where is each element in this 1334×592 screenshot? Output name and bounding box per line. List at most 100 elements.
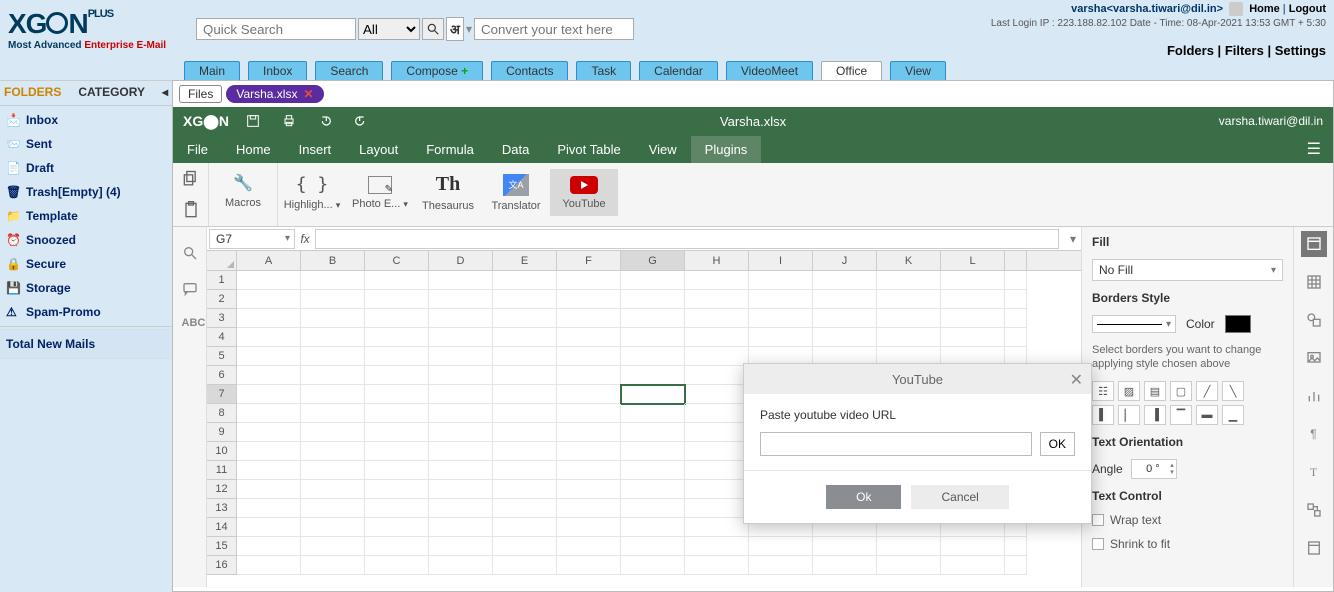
border-style-select[interactable]: ▾ [1092,315,1176,333]
menu-home[interactable]: Home [222,136,285,163]
cell-H8[interactable] [685,404,749,423]
cell-I16[interactable] [749,556,813,575]
cell-C1[interactable] [365,271,429,290]
cell-C14[interactable] [365,518,429,537]
files-button[interactable]: Files [179,85,222,103]
cell-A16[interactable] [237,556,301,575]
cell-K15[interactable] [877,537,941,556]
cell-A15[interactable] [237,537,301,556]
row-header-10[interactable]: 10 [207,442,237,461]
paste-icon[interactable] [181,200,201,220]
cell-J15[interactable] [813,537,877,556]
cell-C16[interactable] [365,556,429,575]
cell-F2[interactable] [557,290,621,309]
cell-J2[interactable] [813,290,877,309]
cell-D11[interactable] [429,461,493,480]
category-heading[interactable]: CATEGORY [78,85,145,99]
wrap-text-checkbox[interactable]: Wrap text [1092,513,1283,527]
cell-K3[interactable] [877,309,941,328]
cell-H4[interactable] [685,328,749,347]
cell-H11[interactable] [685,461,749,480]
cell-C2[interactable] [365,290,429,309]
angle-input[interactable]: 0 ° [1131,459,1177,479]
sidebar-item-storage[interactable]: 💾Storage [0,276,172,300]
cell-G6[interactable] [621,366,685,385]
cell-A2[interactable] [237,290,301,309]
cell-D9[interactable] [429,423,493,442]
border-vcenter[interactable]: ▏ [1118,405,1140,425]
row-header-4[interactable]: 4 [207,328,237,347]
cell-H9[interactable] [685,423,749,442]
modal-cancel-button[interactable]: Cancel [911,485,1008,509]
apptab-calendar[interactable]: Calendar [639,61,718,80]
cell-E6[interactable] [493,366,557,385]
cell-L3[interactable] [941,309,1005,328]
cell-L2[interactable] [941,290,1005,309]
cell-B10[interactable] [301,442,365,461]
total-new-mails[interactable]: Total New Mails [0,329,172,359]
col-header-F[interactable]: F [557,251,621,270]
logout-link[interactable]: Logout [1289,3,1326,15]
cell-E14[interactable] [493,518,557,537]
fx-icon[interactable]: fx [295,232,315,246]
cell-D14[interactable] [429,518,493,537]
cell-E10[interactable] [493,442,557,461]
rside-slicer-icon[interactable] [1301,535,1327,561]
cell-G11[interactable] [621,461,685,480]
menu-formula[interactable]: Formula [412,136,488,163]
cell-F16[interactable] [557,556,621,575]
cell-B13[interactable] [301,499,365,518]
row-header-9[interactable]: 9 [207,423,237,442]
modal-close-icon[interactable]: ✕ [1070,370,1083,390]
cell-K2[interactable] [877,290,941,309]
sidebar-item-snoozed[interactable]: ⏰Snoozed [0,228,172,252]
cell-E13[interactable] [493,499,557,518]
col-header-I[interactable]: I [749,251,813,270]
menu-insert[interactable]: Insert [285,136,346,163]
cell-K16[interactable] [877,556,941,575]
cell-C12[interactable] [365,480,429,499]
cell-F1[interactable] [557,271,621,290]
cell-H13[interactable] [685,499,749,518]
cell-B9[interactable] [301,423,365,442]
url-ok-button[interactable]: OK [1040,432,1075,456]
border-diag-down[interactable]: ╲ [1222,381,1244,401]
cell-F8[interactable] [557,404,621,423]
cell-H14[interactable] [685,518,749,537]
cell-A7[interactable] [237,385,301,404]
col-header-C[interactable]: C [365,251,429,270]
close-file-icon[interactable]: ✕ [303,87,313,101]
cell-D10[interactable] [429,442,493,461]
rside-shape-icon[interactable] [1301,307,1327,333]
cell-A13[interactable] [237,499,301,518]
border-all[interactable]: ▤ [1144,381,1166,401]
border-outer[interactable]: ☷ [1092,381,1114,401]
cell-E11[interactable] [493,461,557,480]
cell-E3[interactable] [493,309,557,328]
cell-G10[interactable] [621,442,685,461]
cell-A6[interactable] [237,366,301,385]
cell-L4[interactable] [941,328,1005,347]
cell-B8[interactable] [301,404,365,423]
col-header-E[interactable]: E [493,251,557,270]
folders-link[interactable]: Folders [1167,43,1214,58]
cell-G12[interactable] [621,480,685,499]
find-icon[interactable] [182,245,198,261]
cell-H15[interactable] [685,537,749,556]
youtube-tool[interactable]: YouTube [550,169,618,216]
sidebar-item-draft[interactable]: 📄Draft [0,156,172,180]
cell-A11[interactable] [237,461,301,480]
cell-E15[interactable] [493,537,557,556]
cell-D15[interactable] [429,537,493,556]
redo-icon[interactable] [353,113,369,129]
cell-D2[interactable] [429,290,493,309]
highlight-tool[interactable]: { } Highligh... ▾ [278,169,346,216]
cell-F15[interactable] [557,537,621,556]
col-header-L[interactable]: L [941,251,1005,270]
cell-B3[interactable] [301,309,365,328]
cell-D3[interactable] [429,309,493,328]
row-header-15[interactable]: 15 [207,537,237,556]
cell-reference[interactable]: G7 [209,229,295,249]
border-diag-up[interactable]: ╱ [1196,381,1218,401]
cell-A1[interactable] [237,271,301,290]
